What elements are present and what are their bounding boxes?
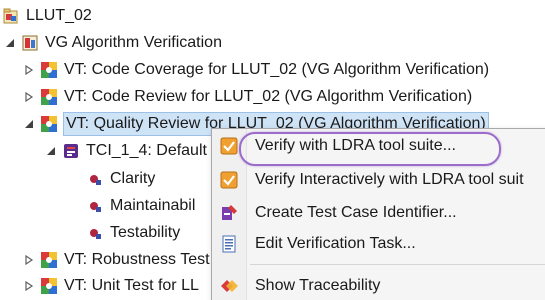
project-explorer-view: LLUT_02 VG Algorithm Verification VT: Co…: [0, 0, 545, 300]
tree-item-label: Testability: [110, 224, 181, 241]
tree-item-label: Clarity: [110, 170, 156, 187]
menu-item-create-tci[interactable]: Create Test Case Identifier...: [212, 199, 545, 227]
tree-item-label: Maintainabil: [110, 197, 196, 214]
menu-item-label: Show Traceability: [255, 277, 381, 294]
traceability-icon: [220, 277, 238, 295]
attribute-bullet-icon: [86, 224, 104, 242]
edit-task-icon: [220, 235, 238, 253]
collapsed-triangle-icon[interactable]: [22, 63, 36, 77]
expanded-triangle-icon[interactable]: [44, 144, 58, 158]
tree-item-label: VT: Robustness Test: [64, 251, 210, 268]
context-menu: Verify with LDRA tool suite... Verify In…: [211, 128, 545, 300]
menu-item-label: Verify with LDRA tool suite...: [255, 137, 456, 154]
tree-item-testability[interactable]: Testability: [86, 220, 180, 246]
tree-item-clarity[interactable]: Clarity: [86, 166, 155, 192]
menu-item-verify-ldra[interactable]: Verify with LDRA tool suite...: [212, 132, 545, 160]
attribute-bullet-icon: [86, 170, 104, 188]
verification-task-icon: [40, 115, 58, 133]
tree-item-tci[interactable]: TCI_1_4: Default: [44, 138, 207, 164]
collapsed-triangle-icon[interactable]: [22, 90, 36, 104]
tree-item-label: LLUT_02: [26, 7, 92, 24]
tree-item-vt-code-coverage[interactable]: VT: Code Coverage for LLUT_02 (VG Algori…: [22, 57, 489, 83]
verification-task-icon: [40, 277, 58, 295]
tree-item-maintainability[interactable]: Maintainabil: [86, 193, 195, 219]
menu-item-verify-interactively[interactable]: Verify Interactively with LDRA tool suit: [212, 166, 545, 194]
tree-item-label: VT: Unit Test for LL: [64, 277, 199, 294]
menu-item-show-traceability[interactable]: Show Traceability: [212, 272, 545, 300]
test-case-identifier-icon: [62, 142, 80, 160]
verification-task-icon: [40, 61, 58, 79]
tree-item-llut02[interactable]: LLUT_02: [2, 3, 92, 29]
collapsed-triangle-icon[interactable]: [22, 279, 36, 293]
tree-item-vt-code-review[interactable]: VT: Code Review for LLUT_02 (VG Algorith…: [22, 84, 472, 110]
menu-item-edit-task[interactable]: Edit Verification Task...: [212, 230, 545, 258]
attribute-bullet-icon: [86, 197, 104, 215]
verify-interactive-icon: [220, 171, 238, 189]
verification-task-icon: [40, 251, 58, 269]
tree-item-label: TCI_1_4: Default: [86, 142, 207, 159]
tree-item-label: VT: Code Coverage for LLUT_02 (VG Algori…: [64, 61, 490, 78]
tree-item-vt-robustness[interactable]: VT: Robustness Test: [22, 247, 210, 273]
verification-task-icon: [40, 88, 58, 106]
verification-group-icon: [21, 34, 39, 52]
verify-check-icon: [220, 137, 238, 155]
menu-separator: [250, 264, 545, 265]
collapsed-triangle-icon[interactable]: [22, 253, 36, 267]
menu-item-label: Edit Verification Task...: [255, 235, 416, 252]
tree-item-label: VG Algorithm Verification: [45, 34, 222, 51]
project-folder-icon: [2, 7, 20, 25]
tree-item-label: VT: Code Review for LLUT_02 (VG Algorith…: [64, 88, 473, 105]
create-tci-icon: [220, 204, 238, 222]
tree-item-vg-algorithm[interactable]: VG Algorithm Verification: [3, 30, 222, 56]
expanded-triangle-icon[interactable]: [22, 117, 36, 131]
menu-item-label: Create Test Case Identifier...: [255, 204, 457, 221]
menu-item-label: Verify Interactively with LDRA tool suit: [255, 171, 524, 188]
tree-item-vt-unit-test[interactable]: VT: Unit Test for LL: [22, 273, 199, 299]
expanded-triangle-icon[interactable]: [3, 36, 17, 50]
